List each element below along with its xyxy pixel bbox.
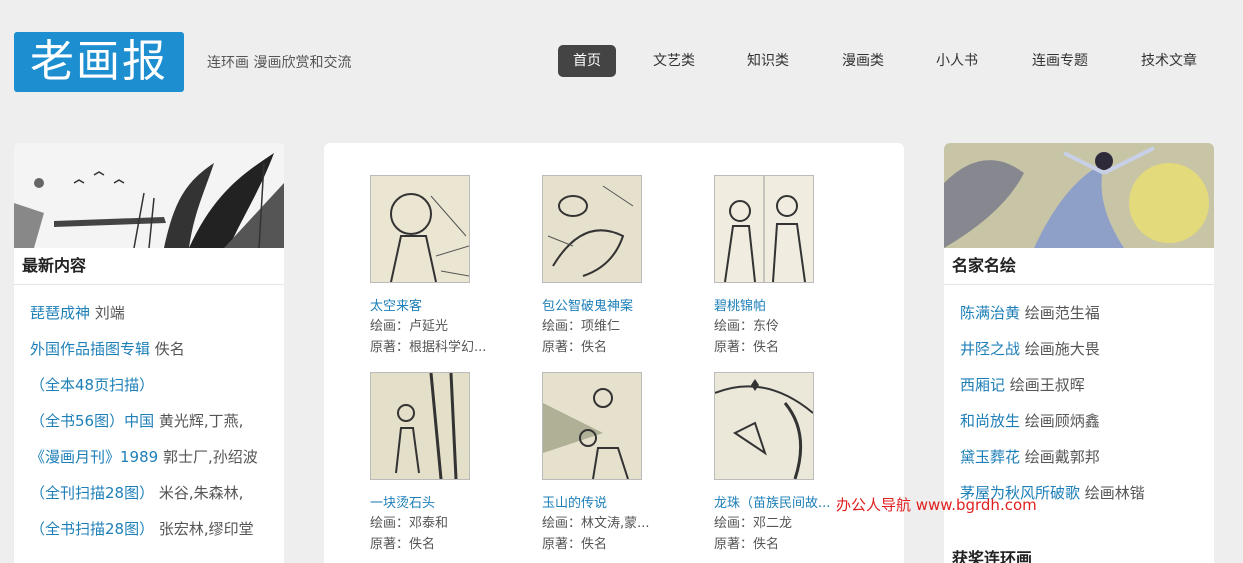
comic-thumbnail[interactable]: [542, 372, 642, 480]
watermark-text: 办公人导航 www.bgrdh.com: [836, 496, 1037, 514]
comic-thumbnail[interactable]: [370, 372, 470, 480]
comic-card[interactable]: 太空来客 绘画：卢延光 原著：根据科学幻...: [370, 175, 520, 356]
latest-content-list: 琵琶成神 刘端 外国作品插图专辑 佚名 （全本48页扫描） （全书56图）中国 …: [14, 285, 284, 547]
painting-banner: [944, 143, 1214, 248]
latest-content-title: 最新内容: [14, 248, 284, 285]
latest-content-panel: 最新内容 琵琶成神 刘端 外国作品插图专辑 佚名 （全本48页扫描） （全书56…: [14, 143, 284, 563]
comic-origin: 原著：佚名: [714, 537, 780, 552]
comic-title[interactable]: 龙珠（苗族民间故...: [714, 492, 842, 511]
comic-artist: 绘画：卢延光: [370, 319, 449, 334]
comic-artist: 绘画：邓泰和: [370, 516, 449, 531]
list-item[interactable]: 陈满治黄 绘画范生福: [960, 295, 1214, 331]
comic-card[interactable]: 玉山的传说 绘画：林文涛,蒙... 原著：佚名: [542, 372, 692, 553]
comic-title[interactable]: 碧桃锦帕: [714, 295, 842, 314]
list-item[interactable]: 西厢记 绘画王叔晖: [960, 367, 1214, 403]
list-item[interactable]: 外国作品插图专辑 佚名: [30, 331, 284, 367]
list-item[interactable]: 和尚放生 绘画顾炳鑫: [960, 403, 1214, 439]
comic-origin: 原著：佚名: [370, 537, 436, 552]
nav-home[interactable]: 首页: [558, 45, 616, 77]
nav-tech-articles[interactable]: 技术文章: [1131, 45, 1207, 77]
main-nav: 首页 文艺类 知识类 漫画类 小人书 连画专题 技术文章: [0, 45, 1243, 77]
list-item[interactable]: （全本48页扫描）: [30, 367, 284, 403]
comic-artist: 绘画：项维仁: [542, 319, 621, 334]
list-item[interactable]: 黛玉葬花 绘画戴郭邦: [960, 439, 1214, 475]
nav-picture-books[interactable]: 小人书: [927, 45, 987, 77]
list-item[interactable]: 井陉之战 绘画施大畏: [960, 331, 1214, 367]
comic-thumbnail[interactable]: [714, 372, 814, 480]
award-comics-title: 获奖连环画: [952, 549, 1033, 563]
list-item[interactable]: （全书扫描28图） 张宏林,缪印堂: [30, 511, 284, 547]
comic-artist: 绘画：林文涛,蒙...: [542, 516, 650, 531]
list-item[interactable]: （全刊扫描28图） 米谷,朱森林,: [30, 475, 284, 511]
comic-card[interactable]: 一块烫石头 绘画：邓泰和 原著：佚名: [370, 372, 520, 553]
comic-origin: 原著：佚名: [542, 537, 608, 552]
nav-topics[interactable]: 连画专题: [1022, 45, 1098, 77]
nav-comics[interactable]: 漫画类: [833, 45, 893, 77]
comic-card[interactable]: 龙珠（苗族民间故... 绘画：邓二龙 原著：佚名: [714, 372, 864, 553]
comic-artist: 绘画：邓二龙: [714, 516, 793, 531]
comic-title[interactable]: 包公智破鬼神案: [542, 295, 670, 314]
comic-origin: 原著：佚名: [542, 340, 608, 355]
masterpieces-title: 名家名绘: [944, 248, 1214, 285]
comic-card[interactable]: 碧桃锦帕 绘画：东伶 原著：佚名: [714, 175, 864, 356]
comic-title[interactable]: 一块烫石头: [370, 492, 498, 511]
nav-literature[interactable]: 文艺类: [644, 45, 704, 77]
comic-artist: 绘画：东伶: [714, 319, 780, 334]
comic-origin: 原著：根据科学幻...: [370, 340, 487, 355]
comic-thumbnail[interactable]: [714, 175, 814, 283]
comic-thumbnail[interactable]: [370, 175, 470, 283]
comic-thumbnail[interactable]: [542, 175, 642, 283]
list-item[interactable]: 琵琶成神 刘端: [30, 295, 284, 331]
comic-grid: 太空来客 绘画：卢延光 原著：根据科学幻... 包公智破鬼神案 绘画：项维仁 原…: [324, 143, 904, 563]
ink-landscape-banner: [14, 143, 284, 248]
nav-knowledge[interactable]: 知识类: [738, 45, 798, 77]
comic-title[interactable]: 太空来客: [370, 295, 498, 314]
list-item[interactable]: 《漫画月刊》1989 郭士厂,孙绍波: [30, 439, 284, 475]
comic-origin: 原著：佚名: [714, 340, 780, 355]
masterpieces-list: 陈满治黄 绘画范生福 井陉之战 绘画施大畏 西厢记 绘画王叔晖 和尚放生 绘画顾…: [944, 285, 1214, 511]
list-item[interactable]: （全书56图）中国 黄光辉,丁燕,: [30, 403, 284, 439]
comic-title[interactable]: 玉山的传说: [542, 492, 670, 511]
comic-card[interactable]: 包公智破鬼神案 绘画：项维仁 原著：佚名: [542, 175, 692, 356]
